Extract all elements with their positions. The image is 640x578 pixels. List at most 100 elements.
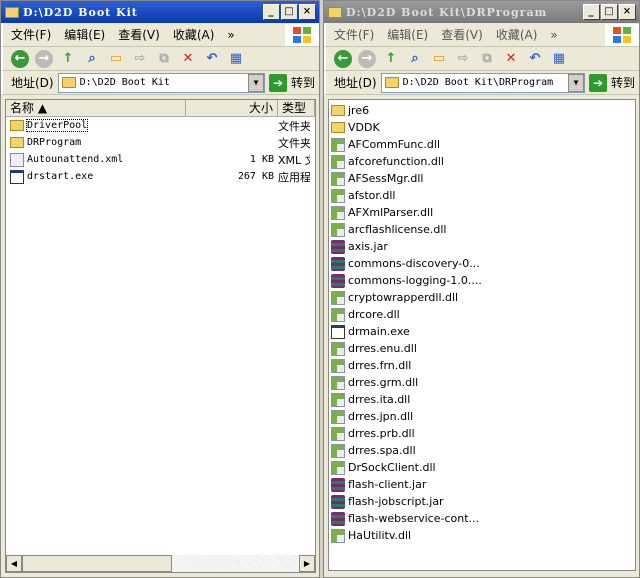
move-to-icon[interactable]: ⇨ <box>131 50 149 68</box>
search-icon[interactable]: ⌕ <box>406 50 424 68</box>
address-dropdown-button[interactable]: ▼ <box>567 73 584 92</box>
address-label: 地址(D) <box>11 76 54 90</box>
list-item[interactable]: AFXmlParser.dll <box>329 204 635 221</box>
list-item[interactable]: VDDK <box>329 119 635 136</box>
scroll-left-button[interactable]: ◀ <box>6 555 22 572</box>
exe-icon <box>331 324 345 339</box>
go-arrow-icon: ➔ <box>588 73 607 92</box>
list-item[interactable]: afcorefunction.dll <box>329 153 635 170</box>
list-item[interactable]: drres.spa.dll <box>329 442 635 459</box>
move-to-icon[interactable]: ⇨ <box>454 50 472 68</box>
column-name[interactable]: 名称 ▲ <box>6 100 186 116</box>
minimize-button[interactable]: _ <box>583 4 600 20</box>
menu-file[interactable]: 文件(F) <box>11 26 51 43</box>
delete-icon[interactable]: ✕ <box>179 50 197 68</box>
file-name: afstor.dll <box>348 189 396 202</box>
up-folder-icon[interactable]: ↑ <box>382 50 400 68</box>
address-input[interactable]: D:\D2D Boot Kit ▼ <box>57 72 265 93</box>
list-item[interactable]: HaUtilitv.dll <box>329 527 635 544</box>
file-name: HaUtilitv.dll <box>348 529 412 542</box>
scroll-thumb[interactable] <box>22 555 172 572</box>
delete-icon[interactable]: ✕ <box>502 50 520 68</box>
list-item[interactable]: jre6 <box>329 102 635 119</box>
search-icon[interactable]: ⌕ <box>83 50 101 68</box>
file-name: commons-discovery-0... <box>348 257 480 270</box>
address-dropdown-button[interactable]: ▼ <box>247 73 264 92</box>
list-item[interactable]: drres.jpn.dll <box>329 408 635 425</box>
list-item[interactable]: DrSockClient.dll <box>329 459 635 476</box>
list-item[interactable]: flash-jobscript.jar <box>329 493 635 510</box>
list-item[interactable]: AFCommFunc.dll <box>329 136 635 153</box>
menu-overflow[interactable]: » <box>550 28 557 42</box>
undo-icon[interactable]: ↶ <box>526 50 544 68</box>
list-item[interactable]: afstor.dll <box>329 187 635 204</box>
folder-icon <box>384 77 399 88</box>
go-arrow-icon: ➔ <box>268 73 287 92</box>
list-item[interactable]: flash-webservice-cont... <box>329 510 635 527</box>
copy-to-icon[interactable]: ⧉ <box>155 50 173 68</box>
menu-favorites[interactable]: 收藏(A) <box>496 26 538 43</box>
address-input[interactable]: D:\D2D Boot Kit\DRProgram ▼ <box>380 72 585 93</box>
go-button[interactable]: ➔ 转到 <box>268 73 315 92</box>
menu-edit[interactable]: 编辑(E) <box>387 26 428 43</box>
minimize-button[interactable]: _ <box>263 4 280 20</box>
list-item[interactable]: drres.enu.dll <box>329 340 635 357</box>
folder-icon <box>5 6 19 18</box>
column-size[interactable]: 大小 <box>186 100 278 116</box>
table-row[interactable]: Autounattend.xml 1 KB XML 文档 <box>6 151 315 168</box>
address-label: 地址(D) <box>334 76 377 90</box>
list-item[interactable]: flash-client.jar <box>329 476 635 493</box>
maximize-button[interactable]: □ <box>281 4 298 20</box>
folders-icon[interactable]: ▭ <box>430 50 448 68</box>
menu-file[interactable]: 文件(F) <box>334 26 374 43</box>
maximize-button[interactable]: □ <box>601 4 618 20</box>
close-button[interactable]: × <box>619 4 636 20</box>
list-item[interactable]: drres.ita.dll <box>329 391 635 408</box>
back-icon[interactable]: ← <box>11 49 29 68</box>
copy-to-icon[interactable]: ⧉ <box>478 50 496 68</box>
table-row[interactable]: DriverPool 文件夹 <box>6 117 315 134</box>
table-row[interactable]: drstart.exe 267 KB 应用程序 <box>6 168 315 185</box>
title-bar[interactable]: D:\D2D Boot Kit\DRProgram _ □ × <box>324 1 639 23</box>
table-row[interactable]: DRProgram 文件夹 <box>6 134 315 151</box>
list-item[interactable]: AFSessMgr.dll <box>329 170 635 187</box>
menu-favorites[interactable]: 收藏(A) <box>173 26 215 43</box>
list-item[interactable]: drres.grm.dll <box>329 374 635 391</box>
list-item[interactable]: commons-logging-1.0.... <box>329 272 635 289</box>
folders-icon[interactable]: ▭ <box>107 50 125 68</box>
jar-icon <box>331 273 345 288</box>
column-type[interactable]: 类型 <box>278 100 315 116</box>
file-type: 应用程序 <box>278 170 310 184</box>
forward-icon[interactable]: → <box>358 49 376 68</box>
list-item[interactable]: drres.frn.dll <box>329 357 635 374</box>
undo-icon[interactable]: ↶ <box>203 50 221 68</box>
dll-icon <box>331 137 345 152</box>
list-item[interactable]: drmain.exe <box>329 323 635 340</box>
jar-icon <box>331 511 345 526</box>
close-button[interactable]: × <box>299 4 316 20</box>
list-item[interactable]: drcore.dll <box>329 306 635 323</box>
list-item[interactable]: drres.prb.dll <box>329 425 635 442</box>
folder-icon <box>10 137 24 148</box>
horizontal-scrollbar[interactable]: ◀ ▶ <box>6 555 315 572</box>
menu-overflow[interactable]: » <box>227 28 234 42</box>
views-icon[interactable]: ▦ <box>550 50 568 68</box>
list-item[interactable]: cryptowrapperdll.dll <box>329 289 635 306</box>
menu-edit[interactable]: 编辑(E) <box>64 26 105 43</box>
menu-view[interactable]: 查看(V) <box>441 26 483 43</box>
forward-icon[interactable]: → <box>35 49 53 68</box>
list-item[interactable]: commons-discovery-0... <box>329 255 635 272</box>
title-bar[interactable]: D:\D2D Boot Kit _ □ × <box>1 1 319 23</box>
go-button[interactable]: ➔ 转到 <box>588 73 635 92</box>
file-name: VDDK <box>348 121 380 134</box>
menu-view[interactable]: 查看(V) <box>118 26 160 43</box>
list-item[interactable]: arcflashlicense.dll <box>329 221 635 238</box>
dll-icon <box>331 188 345 203</box>
list-item[interactable]: axis.jar <box>329 238 635 255</box>
up-folder-icon[interactable]: ↑ <box>59 50 77 68</box>
back-icon[interactable]: ← <box>334 49 352 68</box>
views-icon[interactable]: ▦ <box>227 50 245 68</box>
scroll-right-button[interactable]: ▶ <box>299 555 315 572</box>
file-name: cryptowrapperdll.dll <box>348 291 459 304</box>
go-label: 转到 <box>290 76 315 90</box>
